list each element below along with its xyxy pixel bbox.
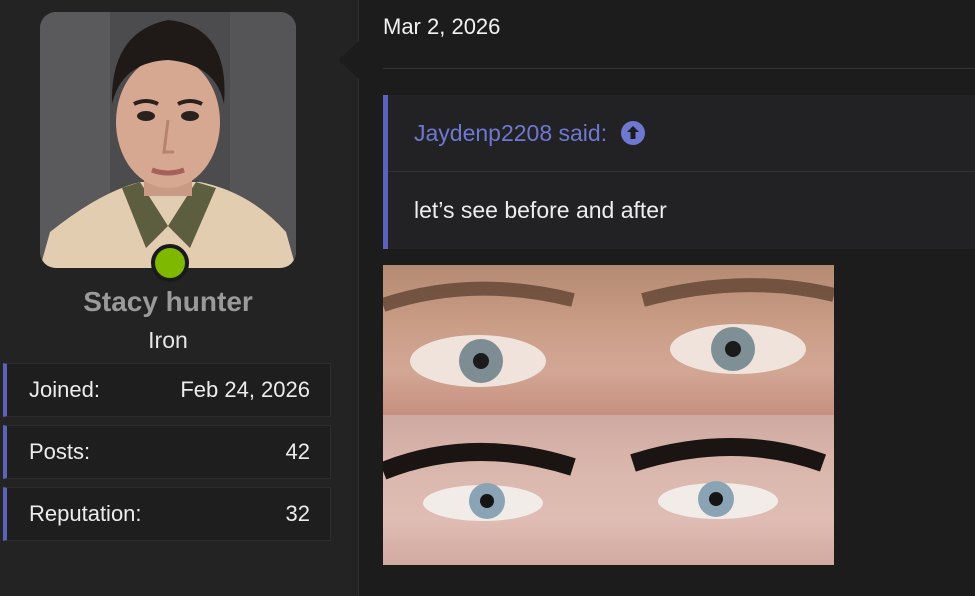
stat-posts: Posts: 42 [3, 425, 331, 479]
stat-label: Reputation: [29, 501, 142, 526]
quote-text: let’s see before and after [414, 197, 667, 223]
stat-label: Posts: [29, 439, 91, 464]
post-header-divider [383, 68, 975, 69]
stat-reputation: Reputation: 32 [3, 487, 331, 541]
username[interactable]: Stacy hunter [0, 286, 336, 318]
quote-block: Jaydenp2208 said: let’s see before and a… [383, 95, 975, 249]
user-info-panel: Stacy hunter Iron Joined: Feb 24, 2026 P… [0, 0, 359, 596]
quote-header[interactable]: Jaydenp2208 said: [388, 95, 975, 172]
stat-label: Joined: [29, 377, 100, 402]
stat-value: 32 [285, 501, 310, 526]
eyes-photo-after [383, 415, 834, 565]
stat-value[interactable]: 42 [286, 439, 310, 465]
online-status-indicator [151, 244, 189, 282]
arrow-up-circle-icon[interactable] [621, 121, 646, 145]
user-avatar[interactable] [40, 12, 296, 268]
attached-image[interactable] [383, 265, 834, 565]
eyes-photo-before [383, 265, 834, 415]
post-date[interactable]: Mar 2, 2026 [383, 14, 500, 40]
stat-joined: Joined: Feb 24, 2026 [3, 363, 331, 417]
quote-author-link[interactable]: Jaydenp2208 said: [414, 120, 607, 147]
user-title: Iron [148, 327, 188, 353]
stat-value: Feb 24, 2026 [180, 377, 310, 402]
panel-pointer-arrow [338, 40, 360, 80]
avatar-image [40, 12, 296, 268]
